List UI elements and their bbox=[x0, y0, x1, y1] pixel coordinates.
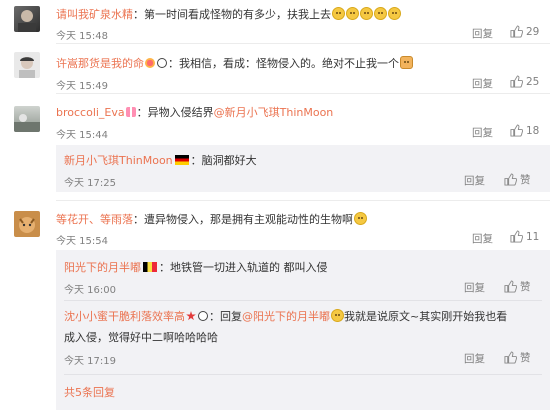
like-count: 11 bbox=[526, 230, 540, 243]
comment-body: ：我相信，看成：怪物侵入的。绝对不止我一个 bbox=[168, 57, 399, 70]
like-button[interactable]: 25 bbox=[510, 75, 539, 88]
avatar[interactable] bbox=[14, 211, 40, 237]
timestamp: 今天 15:48 bbox=[56, 31, 108, 42]
heart-badge-icon bbox=[145, 58, 155, 68]
username-link[interactable]: 沈小小蜜干脆利落效率高 bbox=[64, 310, 185, 323]
avatar-image bbox=[19, 217, 35, 233]
reply-button[interactable]: 回复 bbox=[472, 76, 493, 91]
sub-reply-text-continued: 成入侵，觉得好中二啊哈哈哈哈 bbox=[64, 331, 218, 344]
like-label: 赞 bbox=[520, 352, 531, 364]
avatar[interactable] bbox=[14, 106, 40, 132]
thumbs-up-icon bbox=[504, 280, 517, 293]
comment-text: 等花开、等雨落：遭异物侵入，那是拥有主观能动性的生物啊 bbox=[56, 212, 367, 227]
comment-body: ：第一时间看成怪物的有多少，扶我上去 bbox=[133, 8, 331, 21]
thumbs-up-icon bbox=[504, 351, 517, 364]
timestamp: 今天 15:49 bbox=[56, 81, 108, 92]
like-count: 25 bbox=[526, 75, 540, 88]
laugh-cry-emoji-icon bbox=[331, 309, 344, 322]
like-button[interactable]: 29 bbox=[510, 25, 539, 38]
like-count: 29 bbox=[526, 25, 540, 38]
comment: 请叫我矿泉水精：第一时间看成怪物的有多少，扶我上去 今天 15:48 回复 29 bbox=[0, 0, 550, 44]
sub-reply-body: ：地铁管一切进入轨道的 都叫入侵 bbox=[159, 261, 328, 274]
timestamp: 今天 16:00 bbox=[64, 285, 116, 296]
thumbs-up-icon bbox=[510, 124, 523, 137]
comment-body: ：异物入侵结界 bbox=[136, 106, 214, 119]
thumbs-up-icon bbox=[510, 25, 523, 38]
bow-badge-icon bbox=[125, 107, 136, 117]
reply-button[interactable]: 回复 bbox=[464, 280, 485, 295]
comment: 等花开、等雨落：遭异物侵入，那是拥有主观能动性的生物啊 今天 15:54 回复 … bbox=[0, 201, 550, 410]
comment: broccoli_Eva ：异物入侵结界@新月小飞琪ThinMoon 今天 15:… bbox=[0, 94, 550, 201]
username-link[interactable]: 阳光下的月半嘟 bbox=[64, 261, 141, 274]
surprised-emoji-icon bbox=[354, 212, 367, 225]
avatar[interactable] bbox=[14, 6, 40, 32]
laugh-emoji-icon bbox=[332, 7, 345, 20]
username-link[interactable]: 许嵩那货是我的命 bbox=[56, 57, 144, 70]
username-link[interactable]: broccoli_Eva bbox=[56, 106, 125, 119]
laugh-emoji-icon bbox=[374, 7, 387, 20]
username-link[interactable]: 等花开、等雨落 bbox=[56, 213, 133, 226]
mention-link[interactable]: @新月小飞琪ThinMoon bbox=[214, 106, 334, 119]
comment: 许嵩那货是我的命 ：我相信，看成：怪物侵入的。绝对不止我一个 今天 15:49 回… bbox=[0, 44, 550, 94]
panda-badge-icon bbox=[157, 58, 167, 68]
laugh-emoji-icon bbox=[388, 7, 401, 20]
like-button[interactable]: 赞 bbox=[504, 172, 531, 187]
thumbs-up-icon bbox=[510, 230, 523, 243]
username-link[interactable]: 请叫我矿泉水精 bbox=[56, 8, 133, 21]
reply-button[interactable]: 回复 bbox=[464, 173, 485, 188]
belgium-flag-icon bbox=[143, 262, 157, 272]
timestamp: 今天 17:19 bbox=[64, 356, 116, 367]
reply-button[interactable]: 回复 bbox=[472, 231, 493, 246]
laugh-emoji-icon bbox=[346, 7, 359, 20]
star-badge-icon bbox=[186, 311, 196, 321]
germany-flag-icon bbox=[174, 155, 189, 165]
cat-emoji-icon bbox=[400, 56, 413, 69]
like-button[interactable]: 18 bbox=[510, 124, 539, 137]
like-button[interactable]: 赞 bbox=[504, 279, 531, 294]
sub-replies: 新月小飞琪ThinMoon ：脑洞都好大 今天 17:25 回复 赞 bbox=[56, 145, 550, 192]
divider bbox=[64, 300, 542, 301]
sub-reply-body: 我就是说原文~其实刚开始我也看 bbox=[344, 310, 508, 323]
mention-link[interactable]: @阳光下的月半嘟 bbox=[242, 310, 330, 323]
avatar-image bbox=[14, 114, 40, 132]
panda-badge-icon bbox=[198, 311, 208, 321]
like-count: 18 bbox=[526, 124, 540, 137]
like-button[interactable]: 11 bbox=[510, 230, 539, 243]
sub-reply-prefix: ：回复 bbox=[209, 310, 242, 323]
sub-replies: 阳光下的月半嘟 ：地铁管一切进入轨道的 都叫入侵 今天 16:00 回复 赞 沈小… bbox=[56, 250, 550, 410]
timestamp: 今天 15:54 bbox=[56, 236, 108, 247]
view-more-replies-link[interactable]: 共5条回复 bbox=[64, 384, 115, 400]
timestamp: 今天 15:44 bbox=[56, 130, 108, 141]
divider bbox=[64, 374, 542, 375]
comment-body: ：遭异物侵入，那是拥有主观能动性的生物啊 bbox=[133, 213, 353, 226]
timestamp: 今天 17:25 bbox=[64, 178, 116, 189]
sub-reply-body: ：脑洞都好大 bbox=[190, 154, 257, 167]
like-label: 赞 bbox=[520, 281, 531, 293]
sub-reply-text: 沈小小蜜干脆利落效率高 ：回复@阳光下的月半嘟 我就是说原文~其实刚开始我也看 bbox=[64, 309, 507, 324]
sub-reply-text: 阳光下的月半嘟 ：地铁管一切进入轨道的 都叫入侵 bbox=[64, 261, 328, 275]
reply-button[interactable]: 回复 bbox=[472, 125, 493, 140]
like-button[interactable]: 赞 bbox=[504, 350, 531, 365]
thumbs-up-icon bbox=[504, 173, 517, 186]
laugh-emoji-icon bbox=[360, 7, 373, 20]
avatar-image bbox=[18, 10, 36, 32]
reply-button[interactable]: 回复 bbox=[464, 351, 485, 366]
username-link[interactable]: 新月小飞琪ThinMoon bbox=[64, 154, 173, 167]
comment-text: 许嵩那货是我的命 ：我相信，看成：怪物侵入的。绝对不止我一个 bbox=[56, 56, 413, 71]
comment-text: broccoli_Eva ：异物入侵结界@新月小飞琪ThinMoon bbox=[56, 106, 333, 120]
comment-text: 请叫我矿泉水精：第一时间看成怪物的有多少，扶我上去 bbox=[56, 7, 401, 22]
thumbs-up-icon bbox=[510, 75, 523, 88]
like-label: 赞 bbox=[520, 174, 531, 186]
avatar[interactable] bbox=[14, 52, 40, 78]
avatar-image bbox=[19, 57, 35, 78]
reply-button[interactable]: 回复 bbox=[472, 26, 493, 41]
sub-reply-text: 新月小飞琪ThinMoon ：脑洞都好大 bbox=[64, 154, 257, 168]
